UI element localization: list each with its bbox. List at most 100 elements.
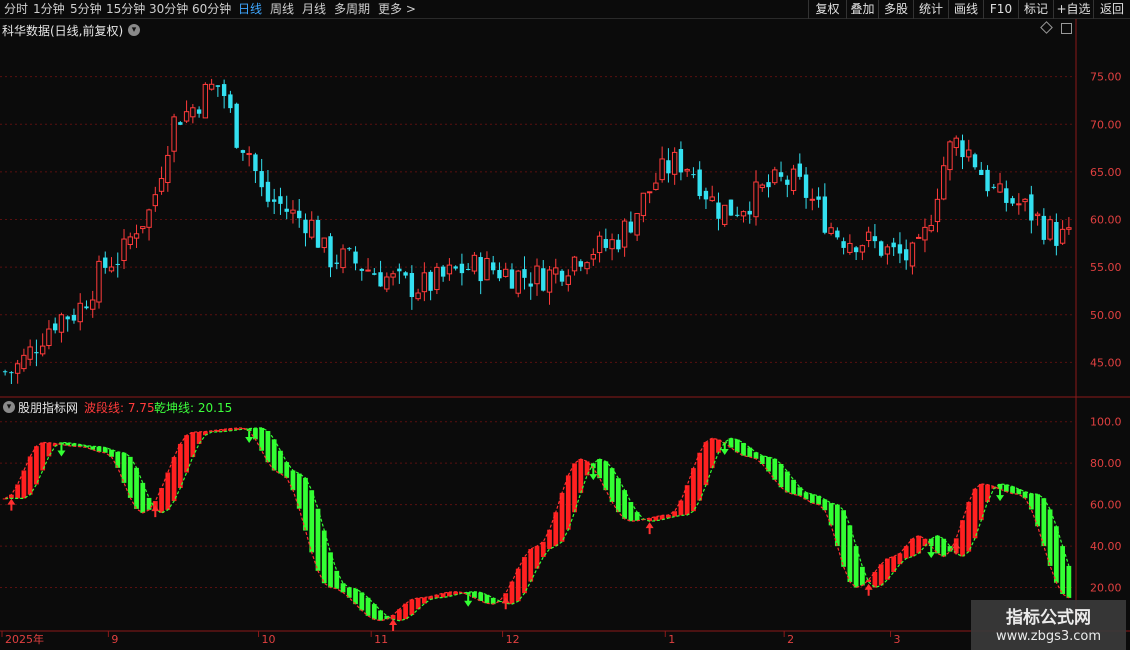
candle-body	[284, 208, 289, 212]
candlestick	[403, 271, 408, 279]
candle-body	[421, 272, 428, 293]
indicator-bar	[403, 603, 408, 620]
period-tab-1min[interactable]: 1分钟	[33, 1, 65, 18]
candle-body	[259, 171, 264, 188]
candle-body	[240, 150, 246, 153]
candlestick	[722, 204, 728, 227]
period-tab-monthly[interactable]: 月线	[302, 1, 326, 18]
candlestick	[178, 121, 183, 126]
indicator-bar	[271, 439, 277, 471]
candle-body	[146, 209, 152, 228]
candle-body	[115, 263, 120, 265]
mark-button[interactable]: 标记	[1018, 0, 1053, 19]
candlestick	[240, 149, 246, 161]
candle-body	[728, 199, 734, 216]
candle-body	[428, 271, 433, 291]
draw-button[interactable]: 画线	[948, 0, 983, 19]
candlestick	[621, 218, 628, 257]
candle-body	[590, 254, 597, 260]
candle-body	[747, 210, 752, 215]
window-toggle-icon[interactable]	[1061, 23, 1072, 34]
candle-body	[565, 275, 571, 285]
candlestick	[215, 85, 221, 97]
stats-button[interactable]: 统计	[913, 0, 948, 19]
indicator-bar	[284, 462, 290, 478]
buy-arrow-icon	[864, 583, 873, 596]
back-button[interactable]: 返回	[1093, 0, 1130, 19]
candlestick	[997, 172, 1003, 193]
candlestick	[1004, 180, 1009, 212]
candlestick	[52, 317, 58, 334]
indicator-name[interactable]: 股朋指标网	[18, 399, 78, 416]
candle-body	[522, 269, 527, 278]
watermark-url: www.zbgs3.com	[995, 629, 1102, 644]
qiankun-line	[5, 427, 1070, 622]
period-tab-30min[interactable]: 30分钟	[149, 1, 188, 18]
candle-body	[1016, 203, 1022, 206]
candle-body	[759, 184, 765, 189]
candle-body	[321, 237, 327, 249]
period-tab-realtime[interactable]: 分时	[4, 1, 28, 18]
candle-body	[328, 236, 333, 268]
candlestick	[365, 258, 371, 272]
candle-body	[941, 165, 947, 200]
candlestick	[740, 210, 747, 223]
add-watchlist-button[interactable]: +自选	[1053, 0, 1093, 19]
candle-body	[646, 191, 653, 194]
candle-body	[409, 273, 415, 298]
indicator-bar	[34, 446, 39, 485]
period-tab-multi[interactable]: 多周期	[334, 1, 370, 18]
candle-body	[928, 224, 934, 232]
candle-body	[77, 302, 83, 323]
candle-body	[278, 196, 283, 204]
candle-body	[390, 273, 396, 278]
period-tab-15min[interactable]: 15分钟	[106, 1, 145, 18]
candlestick	[146, 208, 152, 241]
f10-button[interactable]: F10	[983, 0, 1018, 19]
indicator-bar	[903, 546, 909, 559]
indicator-chevron-icon[interactable]: ▾	[3, 401, 15, 413]
candlestick	[522, 256, 527, 290]
candlestick	[265, 170, 271, 208]
period-tab-weekly[interactable]: 周线	[270, 1, 294, 18]
indicator-tick-label: 100.0	[1090, 416, 1122, 429]
candle-body	[640, 192, 647, 217]
candlestick	[759, 183, 765, 192]
candlestick	[71, 308, 77, 324]
overlay-button[interactable]: 叠加	[846, 0, 878, 19]
candlestick	[108, 257, 115, 273]
candle-body	[65, 316, 70, 320]
multi-stock-button[interactable]: 多股	[878, 0, 913, 19]
candlestick	[228, 90, 233, 113]
candle-body	[453, 266, 458, 269]
indicator-bar	[1047, 509, 1053, 566]
candlestick	[659, 146, 665, 183]
sell-arrow-icon	[57, 444, 66, 457]
chart-canvas[interactable]: 75.00 70.00 65.00 60.00 55.00 50.00 45.00 100.0…	[0, 19, 1130, 650]
indicator-bar	[628, 502, 634, 522]
candle-body	[653, 182, 659, 190]
candle-body	[297, 210, 302, 219]
candle-body	[384, 276, 390, 290]
period-tab-daily[interactable]: 日线	[238, 1, 262, 18]
indicator-bar	[841, 510, 846, 567]
candlestick	[115, 252, 120, 278]
candlestick	[716, 192, 721, 231]
candle-body	[766, 182, 771, 188]
time-tick-label: 11	[374, 633, 388, 646]
adjust-button[interactable]: 复权	[808, 0, 846, 19]
period-tab-5min[interactable]: 5分钟	[70, 1, 102, 18]
period-tab-more[interactable]: 更多 >	[378, 1, 416, 18]
candle-body	[434, 266, 440, 291]
indicator-bar	[515, 568, 521, 602]
period-tab-60min[interactable]: 60分钟	[192, 1, 231, 18]
candle-body	[797, 163, 802, 177]
chevron-down-icon[interactable]: ▾	[128, 24, 140, 36]
candlestick	[34, 339, 39, 367]
candle-body	[878, 241, 884, 256]
candle-body	[309, 219, 315, 238]
candlestick	[884, 244, 891, 265]
candle-body	[828, 227, 834, 234]
candlestick	[584, 261, 590, 275]
candle-body	[515, 270, 521, 294]
